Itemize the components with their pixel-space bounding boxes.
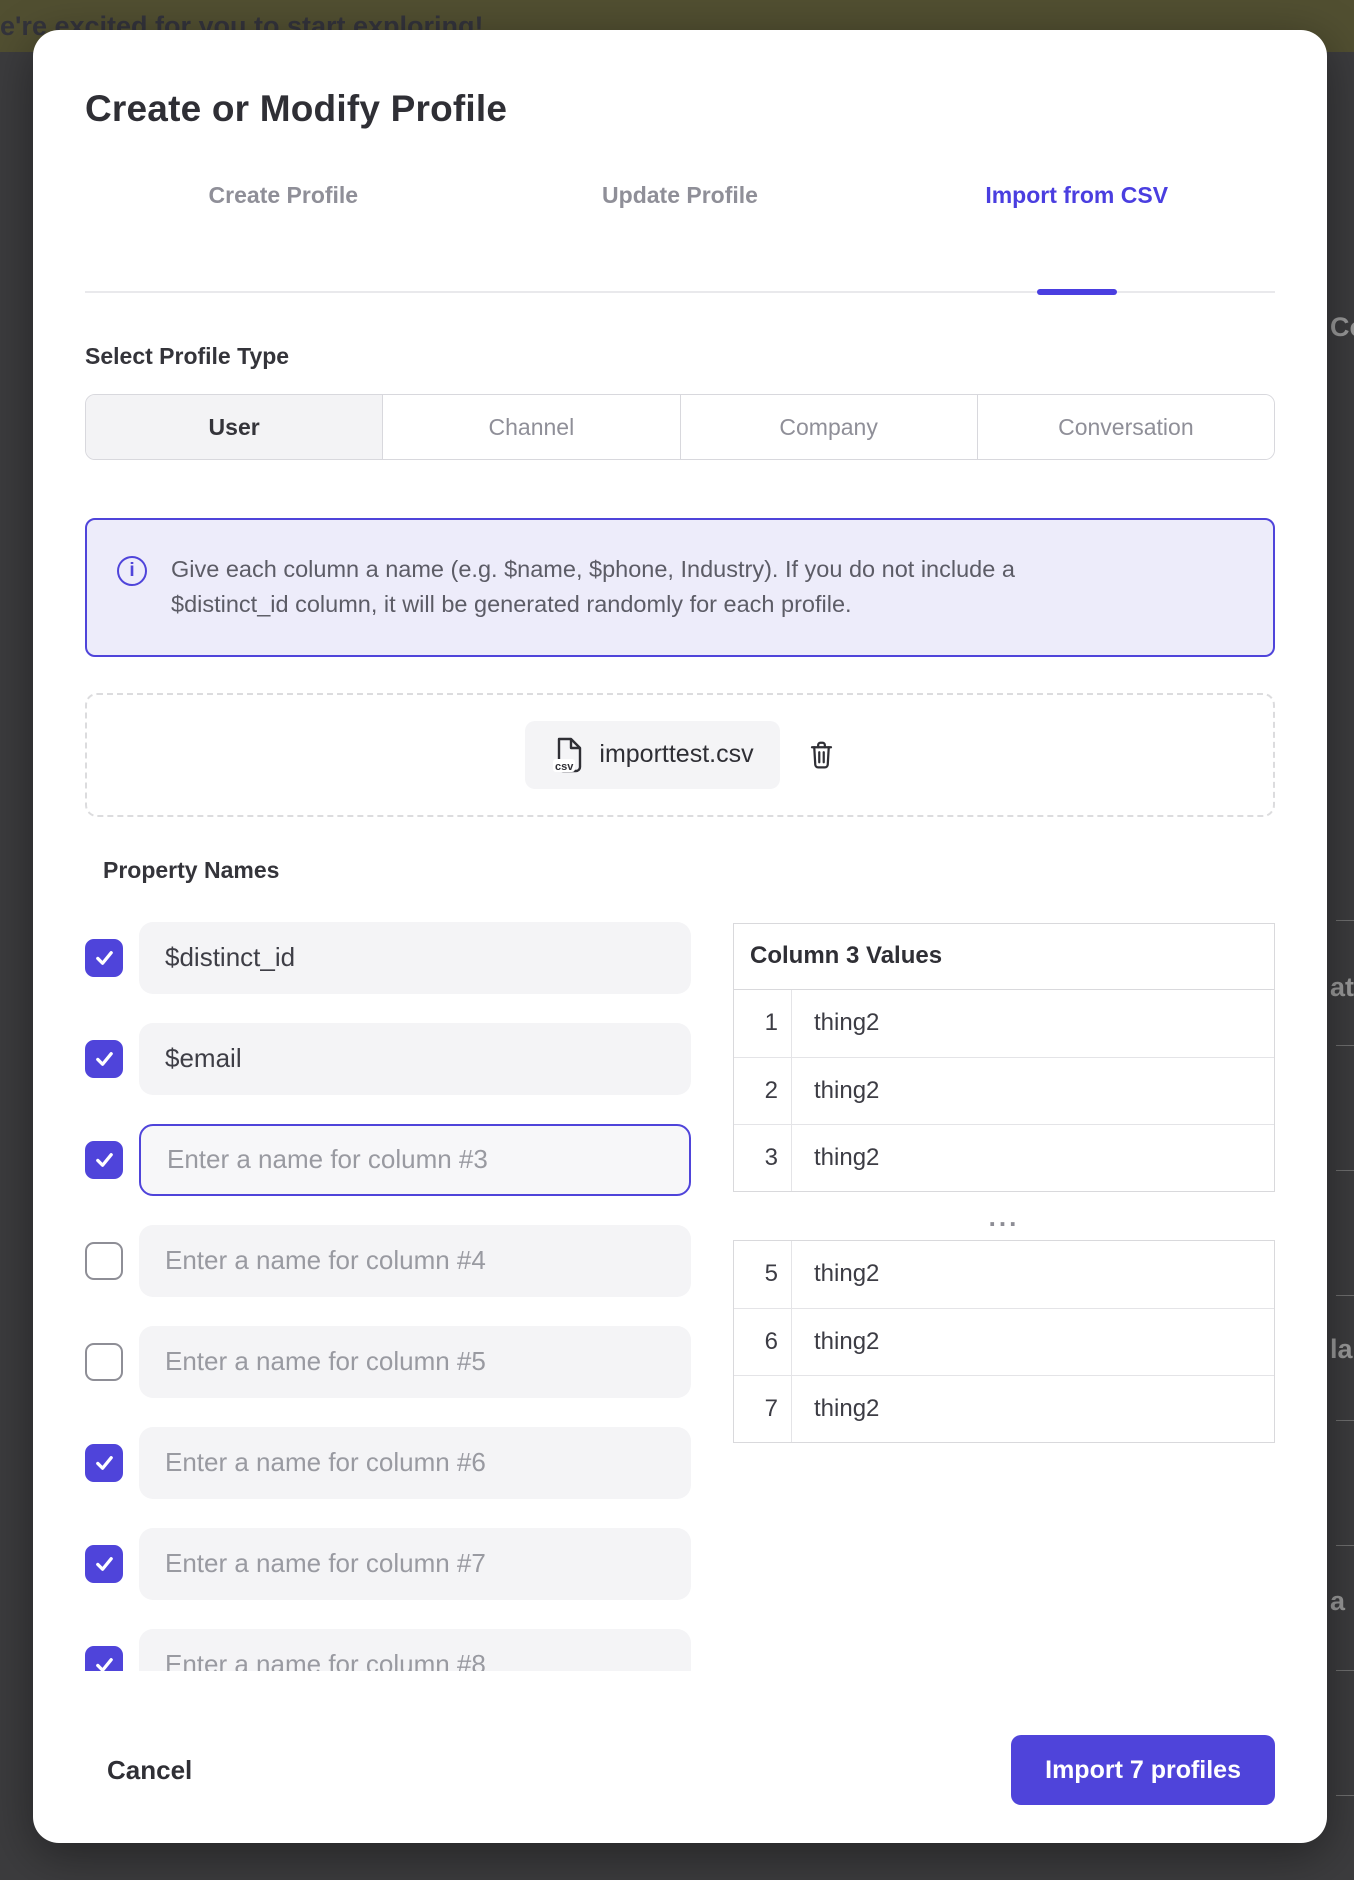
rows-ellipsis: ... — [733, 1204, 1275, 1230]
table-row: 1thing2 — [734, 990, 1274, 1057]
row-index-cell: 2 — [734, 1058, 792, 1124]
row-value-cell: thing2 — [792, 1125, 1274, 1191]
delete-file-button[interactable] — [808, 740, 835, 769]
row-index-cell: 5 — [734, 1241, 792, 1308]
modal-footer: Cancel Import 7 profiles — [85, 1735, 1275, 1805]
mapping-area: Property Names Column 3 Values 1thing22t… — [85, 857, 1275, 1671]
property-names-column: Property Names — [85, 857, 691, 1671]
table-row: 6thing2 — [734, 1308, 1274, 1375]
property-checkbox[interactable] — [85, 1444, 123, 1482]
info-icon: i — [117, 556, 147, 586]
row-value-cell: thing2 — [792, 1058, 1274, 1124]
property-name-input[interactable] — [139, 1629, 691, 1671]
cancel-button[interactable]: Cancel — [85, 1755, 192, 1786]
property-name-input[interactable] — [139, 1124, 691, 1196]
property-names-label: Property Names — [103, 857, 691, 884]
table-row: 2thing2 — [734, 1057, 1274, 1124]
property-checkbox[interactable] — [85, 1545, 123, 1583]
import-profiles-button[interactable]: Import 7 profiles — [1011, 1735, 1275, 1805]
property-name-input[interactable] — [139, 1023, 691, 1095]
values-table-bottom-body: 5thing26thing27thing2 — [734, 1241, 1274, 1442]
active-tab-underline — [1037, 289, 1117, 295]
checkmark-icon — [93, 1552, 116, 1575]
info-box: i Give each column a name (e.g. $name, $… — [85, 518, 1275, 657]
background-table-ticks — [1336, 920, 1354, 1800]
checkmark-icon — [93, 1451, 116, 1474]
property-rows — [85, 922, 691, 1671]
svg-text:csv: csv — [555, 761, 574, 773]
property-row — [85, 1629, 691, 1671]
property-checkbox[interactable] — [85, 1040, 123, 1078]
create-or-modify-profile-modal: Create or Modify Profile Create ProfileU… — [33, 30, 1327, 1843]
property-checkbox[interactable] — [85, 1343, 123, 1381]
tabs: Create ProfileUpdate ProfileImport from … — [85, 182, 1275, 209]
property-row — [85, 1528, 691, 1600]
profile-type-options: UserChannelCompanyConversation — [85, 394, 1275, 460]
page-title: Create or Modify Profile — [85, 88, 1275, 130]
property-name-input[interactable] — [139, 1225, 691, 1297]
profile-type-option-channel[interactable]: Channel — [382, 395, 679, 459]
info-text: Give each column a name (e.g. $name, $ph… — [171, 552, 1051, 623]
property-checkbox[interactable] — [85, 939, 123, 977]
property-name-input[interactable] — [139, 922, 691, 994]
profile-type-option-conversation[interactable]: Conversation — [977, 395, 1274, 459]
checkmark-icon — [93, 1148, 116, 1171]
tab-update-profile[interactable]: Update Profile — [482, 182, 879, 209]
table-row: 5thing2 — [734, 1241, 1274, 1308]
values-table-header: Column 3 Values — [734, 924, 1274, 990]
property-row — [85, 922, 691, 994]
background-fragment: Col — [1330, 312, 1354, 343]
row-index-cell: 6 — [734, 1309, 792, 1375]
csv-file-icon: csv — [551, 736, 583, 774]
checkmark-icon — [93, 1047, 116, 1070]
column-values-preview: Column 3 Values 1thing22thing23thing2 ..… — [733, 923, 1275, 1671]
property-row — [85, 1326, 691, 1398]
trash-icon — [808, 740, 835, 769]
checkmark-icon — [93, 1653, 116, 1671]
property-row — [85, 1427, 691, 1499]
values-table-bottom: 5thing26thing27thing2 — [733, 1240, 1275, 1443]
property-name-input[interactable] — [139, 1326, 691, 1398]
property-row — [85, 1225, 691, 1297]
row-index-cell: 1 — [734, 990, 792, 1057]
values-table-top: Column 3 Values 1thing22thing23thing2 — [733, 923, 1275, 1192]
property-checkbox[interactable] — [85, 1242, 123, 1280]
csv-dropzone[interactable]: csv importtest.csv — [85, 693, 1275, 817]
row-value-cell: thing2 — [792, 1241, 1274, 1308]
row-value-cell: thing2 — [792, 1376, 1274, 1442]
property-checkbox[interactable] — [85, 1646, 123, 1671]
table-row: 7thing2 — [734, 1375, 1274, 1442]
file-chip: csv importtest.csv — [525, 721, 779, 789]
row-value-cell: thing2 — [792, 1309, 1274, 1375]
checkmark-icon — [93, 946, 116, 969]
row-index-cell: 7 — [734, 1376, 792, 1442]
property-name-input[interactable] — [139, 1528, 691, 1600]
property-checkbox[interactable] — [85, 1141, 123, 1179]
property-name-input[interactable] — [139, 1427, 691, 1499]
property-row — [85, 1023, 691, 1095]
row-value-cell: thing2 — [792, 990, 1274, 1057]
file-name: importtest.csv — [599, 740, 753, 769]
property-row — [85, 1124, 691, 1196]
tab-rule — [85, 291, 1275, 293]
tab-create-profile[interactable]: Create Profile — [85, 182, 482, 209]
values-table-top-body: 1thing22thing23thing2 — [734, 990, 1274, 1191]
profile-type-option-company[interactable]: Company — [680, 395, 977, 459]
table-row: 3thing2 — [734, 1124, 1274, 1191]
row-index-cell: 3 — [734, 1125, 792, 1191]
profile-type-option-user[interactable]: User — [86, 395, 382, 459]
profile-type-label: Select Profile Type — [85, 343, 1275, 370]
tab-import-from-csv[interactable]: Import from CSV — [878, 182, 1275, 209]
